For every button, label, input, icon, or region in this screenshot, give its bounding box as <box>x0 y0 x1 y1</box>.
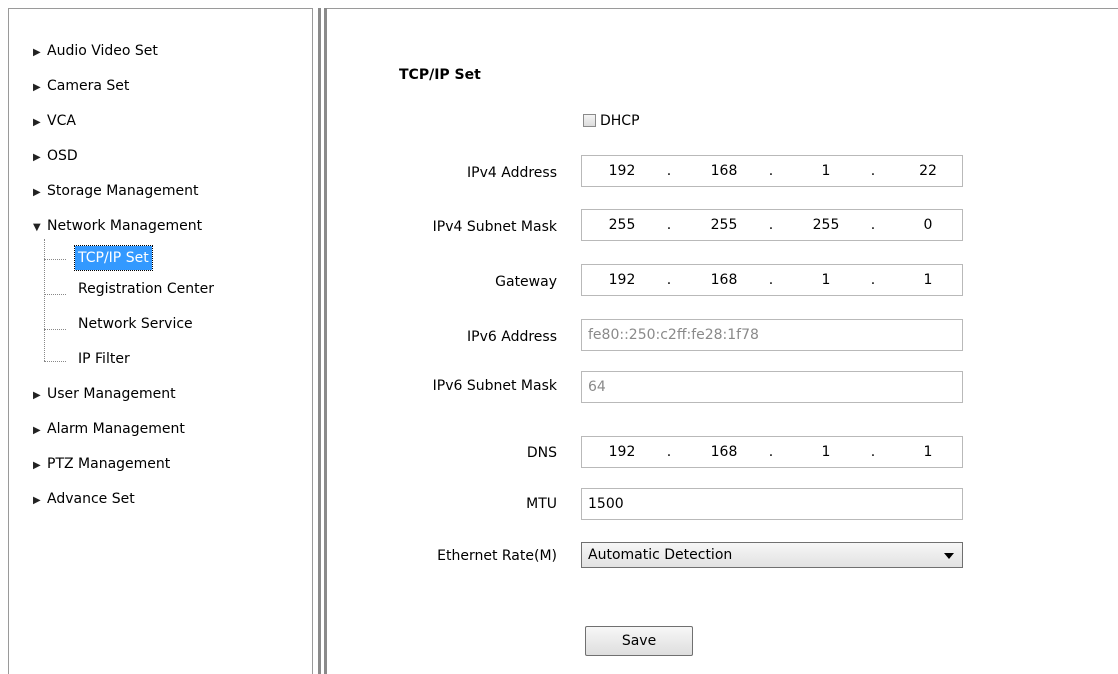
triangle-right-icon: ▶ <box>33 117 41 128</box>
dns-label: DNS <box>526 445 557 461</box>
tree-item-network-management[interactable]: ▼ Network Management <box>33 215 202 237</box>
octet-input[interactable]: 1 <box>794 444 858 460</box>
tree-item-label: Camera Set <box>47 78 130 94</box>
octet-input[interactable]: 255 <box>692 217 756 233</box>
tree-item-user-management[interactable]: ▶ User Management <box>33 383 176 405</box>
ethernet-rate-value: Automatic Detection <box>588 547 733 563</box>
octet-input[interactable]: 0 <box>896 217 960 233</box>
dhcp-label: DHCP <box>600 113 640 129</box>
octet-separator: . <box>870 217 876 233</box>
ethernet-rate-label: Ethernet Rate(M) <box>437 548 557 564</box>
tree-item-label: Alarm Management <box>47 421 185 437</box>
tree-item-label: VCA <box>47 113 76 129</box>
triangle-right-icon: ▶ <box>33 425 41 436</box>
tree-item-registration-center[interactable]: Registration Center <box>75 277 217 301</box>
splitter-bar[interactable] <box>318 8 321 674</box>
tree-item-label: PTZ Management <box>47 456 171 472</box>
checkbox-icon[interactable] <box>583 114 596 127</box>
tree-item-osd[interactable]: ▶ OSD <box>33 145 78 167</box>
octet-separator: . <box>870 272 876 288</box>
octet-input[interactable]: 255 <box>590 217 654 233</box>
page-title: TCP/IP Set <box>399 67 481 83</box>
octet-separator: . <box>870 444 876 460</box>
mtu-label: MTU <box>526 496 557 512</box>
octet-input[interactable]: 192 <box>590 163 654 179</box>
tree-connector-line <box>44 361 66 362</box>
octet-input[interactable]: 1 <box>896 272 960 288</box>
octet-separator: . <box>768 163 774 179</box>
tree-connector-line <box>44 294 66 295</box>
octet-separator: . <box>666 217 672 233</box>
octet-input[interactable]: 192 <box>590 272 654 288</box>
ipv4-subnet-label: IPv4 Subnet Mask <box>432 219 557 235</box>
octet-input[interactable]: 1 <box>794 163 858 179</box>
tree-item-storage-management[interactable]: ▶ Storage Management <box>33 180 198 202</box>
triangle-right-icon: ▶ <box>33 47 41 58</box>
tree-item-ptz-management[interactable]: ▶ PTZ Management <box>33 453 170 475</box>
tree-item-label: Network Management <box>47 218 203 234</box>
triangle-right-icon: ▶ <box>33 390 41 401</box>
mtu-field[interactable]: 1500 <box>581 488 963 520</box>
settings-panel: TCP/IP Set DHCP IPv4 Address 192. 168. 1… <box>327 8 1118 674</box>
save-button[interactable]: Save <box>585 626 693 656</box>
octet-separator: . <box>666 163 672 179</box>
ipv6-address-label: IPv6 Address <box>467 329 557 345</box>
octet-input[interactable]: 22 <box>896 163 960 179</box>
tree-connector-line <box>44 329 66 330</box>
octet-input[interactable]: 1 <box>896 444 960 460</box>
ipv4-address-label: IPv4 Address <box>467 165 557 181</box>
tree-item-vca[interactable]: ▶ VCA <box>33 110 76 132</box>
tree-item-advance-set[interactable]: ▶ Advance Set <box>33 488 135 510</box>
ipv4-subnet-field[interactable]: 255. 255. 255. 0 <box>581 209 963 241</box>
triangle-right-icon: ▶ <box>33 460 41 471</box>
tree-item-camera-set[interactable]: ▶ Camera Set <box>33 75 129 97</box>
octet-input[interactable]: 255 <box>794 217 858 233</box>
tree-item-ip-filter[interactable]: IP Filter <box>75 347 133 371</box>
gateway-field[interactable]: 192. 168. 1. 1 <box>581 264 963 296</box>
tree-item-label: User Management <box>47 386 176 402</box>
chevron-down-icon[interactable] <box>944 553 954 559</box>
ipv4-address-field[interactable]: 192. 168. 1. 22 <box>581 155 963 187</box>
octet-separator: . <box>768 217 774 233</box>
octet-separator: . <box>870 163 876 179</box>
triangle-right-icon: ▶ <box>33 495 41 506</box>
dhcp-checkbox[interactable]: DHCP <box>583 111 640 131</box>
triangle-right-icon: ▶ <box>33 187 41 198</box>
dns-field[interactable]: 192. 168. 1. 1 <box>581 436 963 468</box>
tree-item-label: Audio Video Set <box>47 43 158 59</box>
ipv6-subnet-field[interactable]: 64 <box>581 371 963 403</box>
triangle-down-icon: ▼ <box>33 222 41 233</box>
octet-input[interactable]: 168 <box>692 272 756 288</box>
octet-input[interactable]: 168 <box>692 444 756 460</box>
octet-input[interactable]: 168 <box>692 163 756 179</box>
octet-input[interactable]: 1 <box>794 272 858 288</box>
ethernet-rate-select[interactable]: Automatic Detection <box>581 542 963 568</box>
gateway-label: Gateway <box>495 274 557 290</box>
octet-separator: . <box>768 444 774 460</box>
tree-item-label: Advance Set <box>47 491 135 507</box>
tree-connector-line <box>44 259 66 260</box>
octet-separator: . <box>666 272 672 288</box>
tree-item-alarm-management[interactable]: ▶ Alarm Management <box>33 418 185 440</box>
tree-item-audio-video-set[interactable]: ▶ Audio Video Set <box>33 40 158 62</box>
tree-connector-line <box>44 239 45 361</box>
sidebar-tree: ▶ Audio Video Set ▶ Camera Set ▶ VCA ▶ OSD ▶… <box>8 8 313 674</box>
octet-separator: . <box>768 272 774 288</box>
ipv6-address-field[interactable]: fe80::250:c2ff:fe28:1f78 <box>581 319 963 351</box>
tree-item-label: OSD <box>47 148 78 164</box>
tree-item-network-service[interactable]: Network Service <box>75 312 196 336</box>
tree-item-tcpip-set[interactable]: TCP/IP Set <box>74 245 153 271</box>
triangle-right-icon: ▶ <box>33 152 41 163</box>
tree-item-label: Storage Management <box>47 183 199 199</box>
triangle-right-icon: ▶ <box>33 82 41 93</box>
octet-input[interactable]: 192 <box>590 444 654 460</box>
octet-separator: . <box>666 444 672 460</box>
ipv6-subnet-label: IPv6 Subnet Mask <box>432 378 557 394</box>
